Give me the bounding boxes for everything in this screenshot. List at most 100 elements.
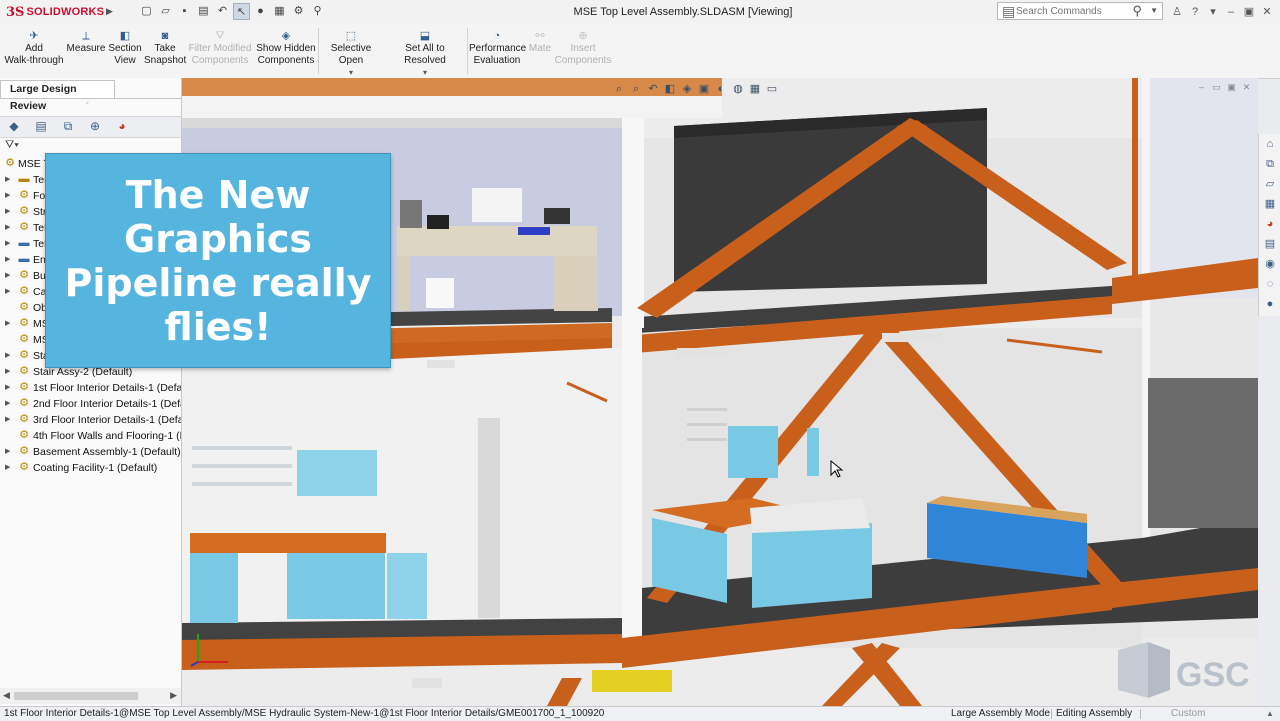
property-manager-tab-icon[interactable]: ▤	[31, 118, 51, 135]
right-wall-panels	[1148, 378, 1258, 528]
expand-icon[interactable]: ▶	[5, 460, 10, 476]
custom-properties-icon[interactable]: ▤	[1260, 235, 1280, 254]
expand-icon[interactable]: ▶	[5, 348, 10, 364]
3d-content-central-icon[interactable]: ●	[1260, 295, 1280, 314]
collapse-handle-icon[interactable]: ◦	[86, 100, 88, 107]
dimxpert-tab-icon[interactable]: ⊕	[85, 118, 105, 135]
add-walkthrough-button[interactable]: ✈ Add Walk-through	[4, 30, 64, 67]
search-input[interactable]	[1016, 4, 1134, 18]
expand-icon[interactable]: ▶	[5, 268, 10, 284]
section-view-icon[interactable]: ◧	[663, 83, 677, 96]
show-hidden-components-button[interactable]: ◈ Show Hidden Components	[255, 30, 317, 67]
hide-show-items-icon[interactable]: ◐	[714, 83, 728, 96]
tree-item[interactable]: ▶ ⚙ 2nd Floor Interior Details-1 (Defa	[0, 396, 181, 412]
separator	[318, 28, 319, 74]
design-library-icon[interactable]: ⧉	[1260, 155, 1280, 174]
view-palette-icon[interactable]: ▦	[1260, 195, 1280, 214]
user-icon[interactable]: ♙	[1170, 4, 1184, 20]
expand-icon[interactable]: ▶	[5, 204, 10, 220]
camera-icon: ◙	[161, 30, 169, 42]
expand-icon[interactable]: ▶	[5, 188, 10, 204]
search-scope-icon[interactable]: ▤	[1002, 3, 1015, 19]
close-icon[interactable]: ✕	[1260, 4, 1274, 20]
tree-filter-icon[interactable]: ⛛▾	[5, 139, 19, 152]
filter-modified-components-button[interactable]: ⛛ Filter Modified Components	[188, 30, 252, 67]
tree-item[interactable]: ▶ ⚙ Coating Facility-1 (Default)	[0, 460, 181, 476]
expand-icon[interactable]: ▶	[5, 284, 10, 300]
zoom-to-area-icon[interactable]: ⌕	[629, 83, 643, 96]
performance-evaluation-button[interactable]: ◔ Performance Evaluation	[469, 30, 527, 67]
status-bar: 1st Floor Interior Details-1@MSE Top Lev…	[0, 706, 1280, 721]
configuration-manager-tab-icon[interactable]: ⧉	[58, 118, 78, 135]
tree-item[interactable]: ▶ ⚙ 1st Floor Interior Details-1 (Defau	[0, 380, 181, 396]
heads-up-view-toolbar: ⌕ ⌕ ↶ ◧ ◈ ▣ ◐ ◍ ▦ ▭	[612, 83, 779, 96]
help-dropdown-icon[interactable]: ▾	[1206, 4, 1220, 20]
edit-appearance-icon[interactable]: ◍	[731, 83, 745, 96]
solidworks-resources-icon[interactable]: ◉	[1260, 255, 1280, 274]
cmd-label: Snapshot	[144, 55, 187, 66]
zoom-to-fit-icon[interactable]: ⌕	[612, 83, 626, 96]
mate-icon: ⚯	[535, 30, 545, 42]
view-orientation-icon[interactable]: ◈	[680, 83, 694, 96]
tree-item[interactable]: ▶ ⚙ Basement Assembly-1 (Default)	[0, 444, 181, 460]
tree-item[interactable]: ⚙ 4th Floor Walls and Flooring-1 (D	[0, 428, 181, 444]
search-dropdown-icon[interactable]: ▼	[1150, 3, 1158, 19]
part-icon: ⚙	[19, 189, 29, 201]
expand-icon[interactable]: ▶	[5, 380, 10, 396]
tree-label: 2nd Floor Interior Details-1 (Defa	[33, 398, 181, 410]
viewport-tile-icon[interactable]: ▣	[1226, 82, 1237, 93]
search-icon[interactable]: ⚲	[1132, 3, 1142, 19]
insert-components-icon: ⊕	[578, 30, 588, 42]
minimize-icon[interactable]: –	[1224, 4, 1238, 20]
expand-icon[interactable]: ▶	[5, 236, 10, 252]
file-explorer-icon[interactable]: ▱	[1260, 175, 1280, 194]
expand-icon[interactable]: ▶	[5, 252, 10, 268]
restore-icon[interactable]: ▣	[1242, 4, 1256, 20]
set-all-to-resolved-button[interactable]: ⬓ Set All to Resolved ▾	[385, 30, 465, 79]
title-bar: 3S SOLIDWORKS ▶ ▢ ▱ ▪ ▤ ↶ ↖ ● ▦ ⚙ ⚲ MSE …	[0, 0, 1280, 25]
scrollbar-thumb[interactable]	[14, 692, 138, 700]
scroll-right-icon[interactable]: ▶	[170, 690, 177, 701]
scroll-left-icon[interactable]: ◀	[3, 690, 10, 701]
mate-button[interactable]: ⚯ Mate	[526, 30, 554, 55]
unit-system-dropdown-icon[interactable]: ▲	[1266, 707, 1274, 721]
expand-icon[interactable]: ▶	[5, 396, 10, 412]
separator	[1051, 709, 1052, 719]
light-fixture	[882, 333, 942, 342]
feature-manager-tab-icon[interactable]: ◆	[4, 118, 24, 135]
display-style-icon[interactable]: ▣	[697, 83, 711, 96]
take-snapshot-button[interactable]: ◙ Take Snapshot	[144, 30, 186, 67]
cmd-label: Performance	[469, 43, 527, 54]
workbench	[397, 226, 597, 256]
insert-components-button[interactable]: ⊕ Insert Components	[554, 30, 612, 67]
expand-icon[interactable]: ▶	[5, 412, 10, 428]
expand-icon[interactable]: ▶	[5, 316, 10, 332]
home-icon[interactable]: ⌂	[1260, 135, 1280, 154]
tree-item[interactable]: ▶ ⚙ 3rd Floor Interior Details-1 (Defa	[0, 412, 181, 428]
expand-icon[interactable]: ▶	[5, 220, 10, 236]
viewport-restore-icon[interactable]: ▭	[1211, 82, 1222, 93]
display-manager-tab-icon[interactable]: ◕	[112, 118, 132, 135]
apply-scene-icon[interactable]: ▦	[748, 83, 762, 96]
tab-large-design-review[interactable]: Large Design Review	[0, 80, 115, 112]
expand-icon[interactable]: ▶	[5, 364, 10, 380]
yellow-pipe	[592, 670, 672, 692]
command-manager: ✈ Add Walk-through ⟂ Measure ◧ Section V…	[0, 24, 1280, 79]
help-icon[interactable]: ?	[1188, 4, 1202, 20]
measure-button[interactable]: ⟂ Measure	[66, 30, 106, 55]
previous-view-icon[interactable]: ↶	[646, 83, 660, 96]
expand-icon[interactable]: ▶	[5, 444, 10, 460]
expand-icon[interactable]: ▶	[5, 172, 10, 188]
appearances-icon[interactable]: ◕	[1260, 215, 1280, 234]
selective-open-button[interactable]: ⬚ Selective Open ▾	[320, 30, 382, 79]
viewport-close-icon[interactable]: ✕	[1241, 82, 1252, 93]
viewport-minimize-icon[interactable]: –	[1196, 82, 1207, 93]
unit-system-selector[interactable]: Custom	[1171, 707, 1205, 721]
forum-icon[interactable]: ◌	[1260, 275, 1280, 294]
measure-icon: ⟂	[82, 30, 90, 42]
horizontal-scrollbar[interactable]: ◀ ▶	[0, 688, 181, 704]
section-view-button[interactable]: ◧ Section View	[108, 30, 142, 67]
view-settings-icon[interactable]: ▭	[765, 83, 779, 96]
cmd-label: Evaluation	[473, 55, 521, 66]
search-commands-box[interactable]: ▤ ⚲ ▼	[997, 2, 1163, 20]
